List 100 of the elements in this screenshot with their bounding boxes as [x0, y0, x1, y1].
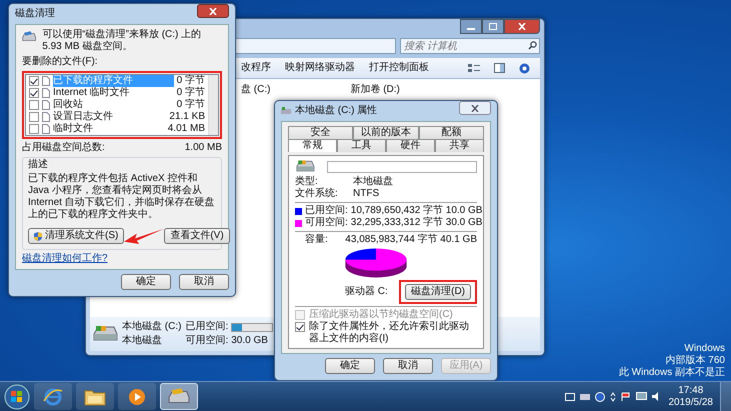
- disk-cleanup-button[interactable]: 磁盘清理(D): [405, 284, 471, 300]
- window-title: 磁盘清理: [15, 8, 56, 20]
- drive-icon: [281, 107, 291, 115]
- drive-label[interactable]: 盘 (C:): [241, 84, 270, 96]
- toolbar-button[interactable]: 打开控制面板: [369, 62, 429, 74]
- free-space-value: 30.0 GB: [231, 335, 268, 347]
- drive-label: 驱动器 C:: [345, 286, 388, 298]
- activation-notice: 内部版本 760: [666, 355, 725, 366]
- file-row[interactable]: 临时文件 4.01 MB: [26, 123, 208, 135]
- checkbox[interactable]: [295, 322, 305, 332]
- tab[interactable]: 硬件: [386, 139, 435, 152]
- flag-icon[interactable]: [620, 392, 630, 402]
- checkbox[interactable]: [29, 88, 39, 98]
- time: 17:48: [678, 384, 704, 396]
- capacity-bytes: 43,085,983,744 字节: [345, 234, 438, 246]
- close-button[interactable]: [504, 19, 540, 34]
- space-bytes: 32,295,333,312 字节: [350, 217, 443, 229]
- file-row[interactable]: 设置日志文件 21.1 KB: [26, 111, 208, 123]
- space-label: 已用空间:: [305, 205, 348, 216]
- view-files-button[interactable]: 查看文件(V): [164, 228, 230, 244]
- minimize-button[interactable]: [460, 19, 482, 34]
- tab[interactable]: 配额: [418, 126, 484, 139]
- maximize-icon: [489, 23, 497, 30]
- taskbar-button[interactable]: [160, 383, 198, 410]
- description-text: 已下载的程序文件包括 ActiveX 控件和 Java 小程序，您查看特定网页时将会从 Internet 自动下载它们，并临时保存在硬盘上的已下载的程序文件夹中。: [28, 173, 216, 221]
- taskbar-button[interactable]: [76, 383, 114, 410]
- checkbox[interactable]: [29, 100, 39, 110]
- space-bytes: 10,789,650,432 字节: [350, 205, 443, 216]
- arrow: [124, 227, 164, 245]
- space-size: 10.0 GB: [446, 205, 482, 217]
- file-size: 0 字节: [176, 75, 205, 86]
- property-label: 类型:: [295, 176, 319, 188]
- property-value: NTFS: [353, 188, 380, 200]
- start-button[interactable]: [4, 384, 30, 410]
- dialog-button[interactable]: 确定: [325, 358, 375, 374]
- hard-drive-icon: [295, 159, 315, 174]
- checkbox[interactable]: [29, 76, 39, 86]
- file-name: 已下载的程序文件: [53, 75, 174, 87]
- property-label: 文件系统:: [295, 188, 339, 200]
- file-name: Internet 临时文件: [53, 87, 131, 98]
- total-value: 1.00 MB: [184, 142, 222, 154]
- checkbox[interactable]: [29, 112, 39, 122]
- list-label: 要删除的文件(F):: [22, 56, 99, 68]
- cancel-button[interactable]: 取消: [179, 274, 229, 290]
- file-row[interactable]: Internet 临时文件 0 字节: [26, 87, 208, 99]
- file-size: 4.01 MB: [168, 123, 205, 135]
- drive-label[interactable]: 新加卷 (D:): [350, 84, 400, 96]
- file-row[interactable]: 回收站 0 字节: [26, 99, 208, 111]
- drive-type: 本地磁盘: [122, 335, 163, 347]
- total-label: 占用磁盘空间总数:: [22, 142, 105, 154]
- capacity-size: 40.1 GB: [440, 234, 477, 246]
- shield-icon: [34, 232, 42, 240]
- property-value: 本地磁盘: [353, 176, 393, 188]
- help-link[interactable]: 磁盘清理如何工作?: [22, 253, 222, 265]
- tab[interactable]: 以前的版本: [353, 126, 419, 139]
- toolbar-button[interactable]: 改程序: [241, 62, 271, 74]
- group-title: 描述: [28, 159, 49, 171]
- free-space-label: 可用空间:: [185, 335, 228, 347]
- tab[interactable]: 安全: [288, 126, 354, 139]
- file-size: 0 字节: [176, 87, 205, 98]
- clean-system-files-button[interactable]: 清理系统文件(S): [28, 228, 124, 244]
- scrollbar[interactable]: [208, 75, 218, 135]
- option-label: 除了文件属性外，还允许索引此驱动器上文件的内容(I): [309, 321, 470, 345]
- close-icon: [209, 8, 217, 14]
- file-name: 临时文件: [53, 123, 94, 135]
- chevron-icon[interactable]: [610, 392, 616, 402]
- taskbar-button[interactable]: [34, 383, 72, 410]
- monitor-icon[interactable]: [636, 392, 646, 401]
- dialog-button[interactable]: 取消: [383, 358, 433, 374]
- play-icon: [128, 388, 146, 406]
- space-label: 可用空间:: [305, 217, 348, 229]
- window-title: 本地磁盘 (C:) 属性: [295, 105, 378, 117]
- file-size: 21.1 KB: [169, 111, 205, 123]
- toolbar-button[interactable]: 映射网络驱动器: [285, 62, 355, 74]
- tab[interactable]: 工具: [337, 139, 386, 152]
- space-size: 30.0 GB: [446, 217, 482, 229]
- pane-icon[interactable]: [494, 63, 505, 73]
- view-icon[interactable]: [468, 64, 480, 72]
- tab[interactable]: 共享: [435, 139, 484, 152]
- used-space-label: 已用空间:: [185, 321, 228, 333]
- ok-button[interactable]: 确定: [121, 274, 171, 290]
- taskbar-button[interactable]: [118, 383, 156, 410]
- folder-icon: [84, 388, 106, 406]
- clock[interactable]: 17:48 2019/5/28: [668, 384, 713, 408]
- date: 2019/5/28: [668, 396, 713, 408]
- checkbox[interactable]: [29, 124, 39, 134]
- search-field[interactable]: 搜索 计算机: [400, 38, 540, 54]
- show-desktop-button[interactable]: [720, 382, 731, 411]
- browser-icon: [43, 386, 63, 406]
- tab[interactable]: 常规: [288, 139, 337, 152]
- close-button[interactable]: [197, 4, 229, 18]
- file-size: 0 字节: [176, 99, 205, 111]
- activation-notice: Windows: [684, 343, 725, 354]
- close-button[interactable]: [459, 101, 491, 115]
- file-name: 设置日志文件: [53, 111, 114, 122]
- file-row[interactable]: 已下载的程序文件 0 字节: [26, 75, 208, 87]
- disk-cleanup-icon: [168, 388, 190, 406]
- drive-name: 本地磁盘 (C:): [122, 321, 182, 333]
- name-field[interactable]: [327, 160, 477, 172]
- maximize-button[interactable]: [482, 19, 504, 34]
